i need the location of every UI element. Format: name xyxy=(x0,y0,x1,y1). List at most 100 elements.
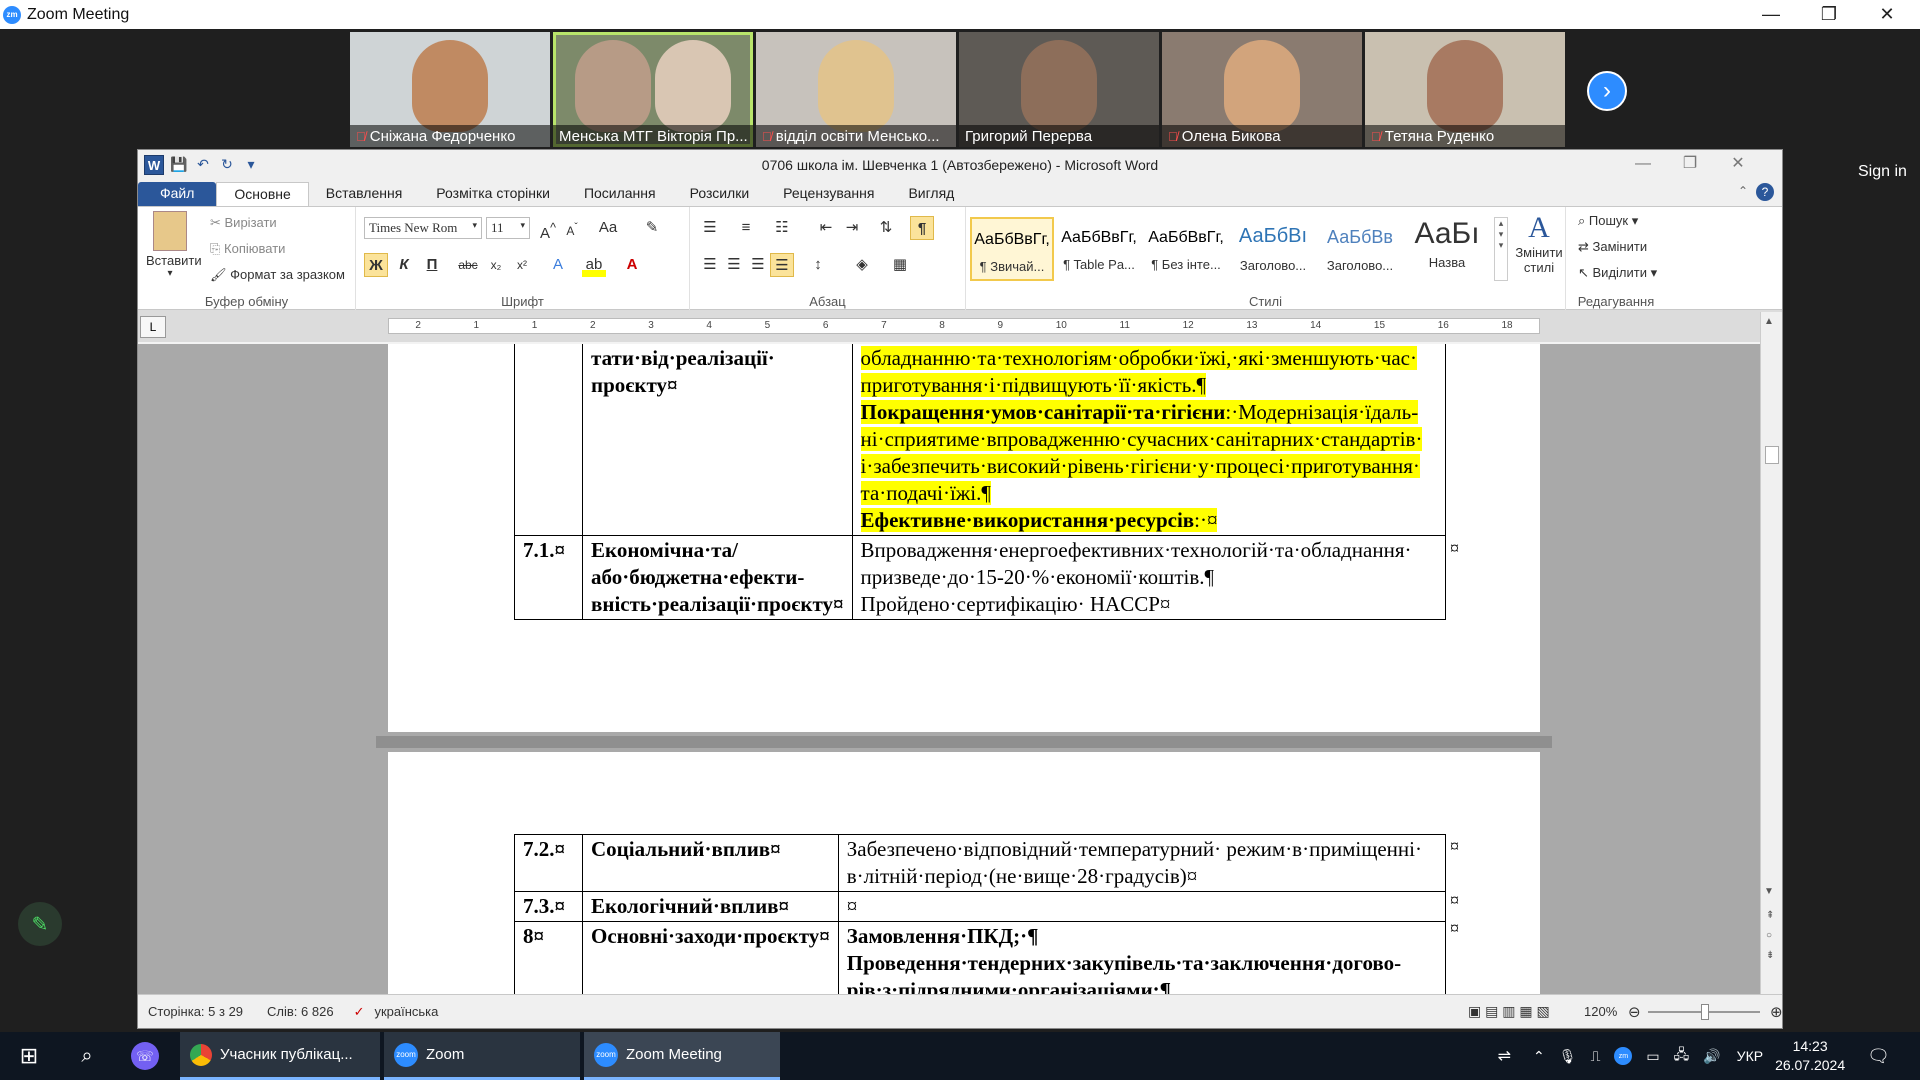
horizontal-ruler[interactable]: 2 1 1 2 3 4 5 6 7 8 9 10 11 12 13 14 15 … xyxy=(388,318,1540,334)
word-minimize-icon[interactable]: — xyxy=(1623,152,1663,176)
taskbar-zoom-meeting[interactable]: zoom Zoom Meeting xyxy=(584,1032,780,1080)
minimize-icon[interactable]: — xyxy=(1748,0,1794,29)
participant-tile[interactable]: 🎙̸ Сніжана Федорченко xyxy=(350,32,550,147)
tab-review[interactable]: Рецензування xyxy=(766,182,891,206)
zoom-level[interactable]: 120% xyxy=(1584,1004,1617,1019)
copy-button[interactable]: ⎘ Копіювати xyxy=(210,241,285,257)
style-heading-1[interactable]: АаБбВı Заголово... xyxy=(1231,217,1315,281)
next-page-icon[interactable]: ⇟ xyxy=(1766,950,1774,961)
tab-home[interactable]: Основне xyxy=(216,182,309,206)
word-close-icon[interactable]: ✕ xyxy=(1718,152,1758,176)
proofing-icon[interactable]: ✓ xyxy=(354,1004,365,1020)
decrease-indent-icon[interactable]: ⇤ xyxy=(814,216,838,240)
network-icon[interactable]: 🖧 xyxy=(1674,1044,1690,1068)
style-heading-2[interactable]: АаБбВв Заголово... xyxy=(1318,217,1402,281)
shading-icon[interactable]: ◈ xyxy=(850,253,874,277)
cut-button[interactable]: ✂ Вирізати xyxy=(210,215,277,231)
strikethrough-icon[interactable]: abc xyxy=(456,253,480,277)
scroll-down-icon[interactable]: ▼ xyxy=(1764,886,1774,897)
format-painter-button[interactable]: 🖌 Формат за зразком xyxy=(210,267,345,283)
tab-file[interactable]: Файл xyxy=(138,182,217,206)
help-icon[interactable]: ? xyxy=(1756,183,1774,201)
word-restore-icon[interactable]: ❐ xyxy=(1670,152,1710,176)
style-title[interactable]: АаБı Назва xyxy=(1405,217,1489,281)
change-styles-button[interactable]: A Змінити стилі xyxy=(1512,211,1566,275)
superscript-icon[interactable]: x² xyxy=(510,253,534,277)
network-sync-icon[interactable]: ⇌ xyxy=(1498,1046,1511,1066)
tab-selector[interactable]: L xyxy=(140,316,166,338)
grow-font-icon[interactable]: A^ xyxy=(536,216,560,242)
previous-page-icon[interactable]: ⇞ xyxy=(1766,910,1774,921)
style-table-paragraph[interactable]: АаБбВвГг, ¶ Table Pa... xyxy=(1057,217,1141,281)
font-name-select[interactable]: Times New Rom ▾ xyxy=(364,217,482,239)
zoom-in-icon[interactable]: ⊕ xyxy=(1770,1003,1782,1021)
language-indicator[interactable]: українська xyxy=(374,1004,438,1019)
line-spacing-icon[interactable]: ↕ xyxy=(806,253,830,277)
clock[interactable]: 14:23 26.07.2024 xyxy=(1775,1037,1845,1075)
annotate-pencil-icon[interactable]: ✎ xyxy=(18,902,62,946)
sign-in-link[interactable]: Sign in xyxy=(1858,163,1907,181)
microphone-icon[interactable]: 🎙 xyxy=(1559,1048,1577,1065)
participant-tile-active[interactable]: Менська МТГ Вікторія Пр... xyxy=(553,32,753,147)
participant-tile[interactable]: 🎙̸ відділ освіти Менсько... xyxy=(756,32,956,147)
clear-formatting-icon[interactable]: ✎ xyxy=(640,216,664,240)
show-formatting-marks-icon[interactable]: ¶ xyxy=(910,216,934,240)
viber-icon[interactable]: ☏ xyxy=(116,1032,174,1080)
align-right-icon[interactable]: ☰ xyxy=(746,253,770,277)
minimize-ribbon-icon[interactable]: ⌃ xyxy=(1738,184,1748,198)
scroll-thumb[interactable] xyxy=(1765,446,1779,464)
text-effects-icon[interactable]: A xyxy=(546,253,570,277)
italic-button[interactable]: К xyxy=(392,253,416,277)
bullets-icon[interactable]: ☰ xyxy=(698,216,722,240)
zoom-slider-thumb[interactable] xyxy=(1701,1004,1709,1020)
page-count[interactable]: Сторінка: 5 з 29 xyxy=(148,1004,243,1019)
participant-tile[interactable]: 🎙̸ Олена Бикова xyxy=(1162,32,1362,147)
multilevel-list-icon[interactable]: ☷ xyxy=(770,216,794,240)
next-participants-arrow-icon[interactable]: › xyxy=(1587,71,1627,111)
restore-icon[interactable]: ❐ xyxy=(1806,0,1852,29)
input-language[interactable]: УКР xyxy=(1737,1048,1763,1064)
participant-tile[interactable]: Григорий Перерва xyxy=(959,32,1159,147)
show-hidden-icons-icon[interactable]: ⌃ xyxy=(1533,1048,1545,1065)
style-no-spacing[interactable]: АаБбВвГг, ¶ Без інте... xyxy=(1144,217,1228,281)
participant-tile[interactable]: 🎙̸ Тетяна Руденко xyxy=(1365,32,1565,147)
increase-indent-icon[interactable]: ⇥ xyxy=(840,216,864,240)
close-icon[interactable]: ✕ xyxy=(1864,0,1910,29)
underline-button[interactable]: П xyxy=(420,253,444,277)
tab-references[interactable]: Посилання xyxy=(567,182,673,206)
search-icon[interactable]: ⌕ xyxy=(58,1032,116,1080)
styles-scroll-icon[interactable]: ▴ ▾ ▾ xyxy=(1494,217,1508,281)
word-count[interactable]: Слів: 6 826 xyxy=(267,1004,334,1019)
select-button[interactable]: ↖ Виділити ▾ xyxy=(1578,265,1657,281)
view-buttons-icon[interactable]: ▣ ▤ ▥ ▦ ▧ xyxy=(1468,1003,1550,1020)
align-center-icon[interactable]: ☰ xyxy=(722,253,746,277)
volume-icon[interactable]: 🔊 xyxy=(1703,1048,1720,1065)
paste-button[interactable]: Вставити ▾ xyxy=(146,211,202,279)
start-button[interactable]: ⊞ xyxy=(0,1032,58,1080)
battery-icon[interactable]: ▭ xyxy=(1646,1048,1659,1065)
vertical-scrollbar[interactable]: ▲ ▼ ⇞ ○ ⇟ xyxy=(1760,312,1782,998)
tab-insert[interactable]: Вставлення xyxy=(309,182,420,206)
replace-button[interactable]: ⇄ Замінити xyxy=(1578,239,1647,255)
shrink-font-icon[interactable]: Aˇ xyxy=(560,216,584,240)
numbering-icon[interactable]: ≡ xyxy=(734,216,758,240)
sort-icon[interactable]: ⇅ xyxy=(874,216,898,240)
subscript-icon[interactable]: x₂ xyxy=(484,253,508,277)
zoom-out-icon[interactable]: ⊖ xyxy=(1628,1003,1641,1021)
taskbar-chrome-window[interactable]: Учасник публікац... xyxy=(180,1032,380,1080)
zoom-tray-icon[interactable]: zm xyxy=(1614,1047,1633,1065)
font-size-select[interactable]: 11 ▾ xyxy=(486,217,530,239)
font-color-icon[interactable]: A xyxy=(620,253,644,277)
find-button[interactable]: ⌕ Пошук ▾ xyxy=(1578,213,1638,229)
taskbar-zoom[interactable]: zoom Zoom xyxy=(384,1032,580,1080)
tab-mailings[interactable]: Розсилки xyxy=(673,182,767,206)
style-normal[interactable]: АаБбВвГг, ¶ Звичай... xyxy=(970,217,1054,281)
select-browse-object-icon[interactable]: ○ xyxy=(1766,930,1772,941)
usb-icon[interactable]: ⎍ xyxy=(1591,1048,1601,1065)
highlight-color-icon[interactable]: ab xyxy=(582,253,606,277)
scroll-up-icon[interactable]: ▲ xyxy=(1764,316,1774,327)
bold-button[interactable]: Ж xyxy=(364,253,388,277)
borders-icon[interactable]: ▦ xyxy=(888,253,912,277)
align-left-icon[interactable]: ☰ xyxy=(698,253,722,277)
tab-view[interactable]: Вигляд xyxy=(891,182,971,206)
